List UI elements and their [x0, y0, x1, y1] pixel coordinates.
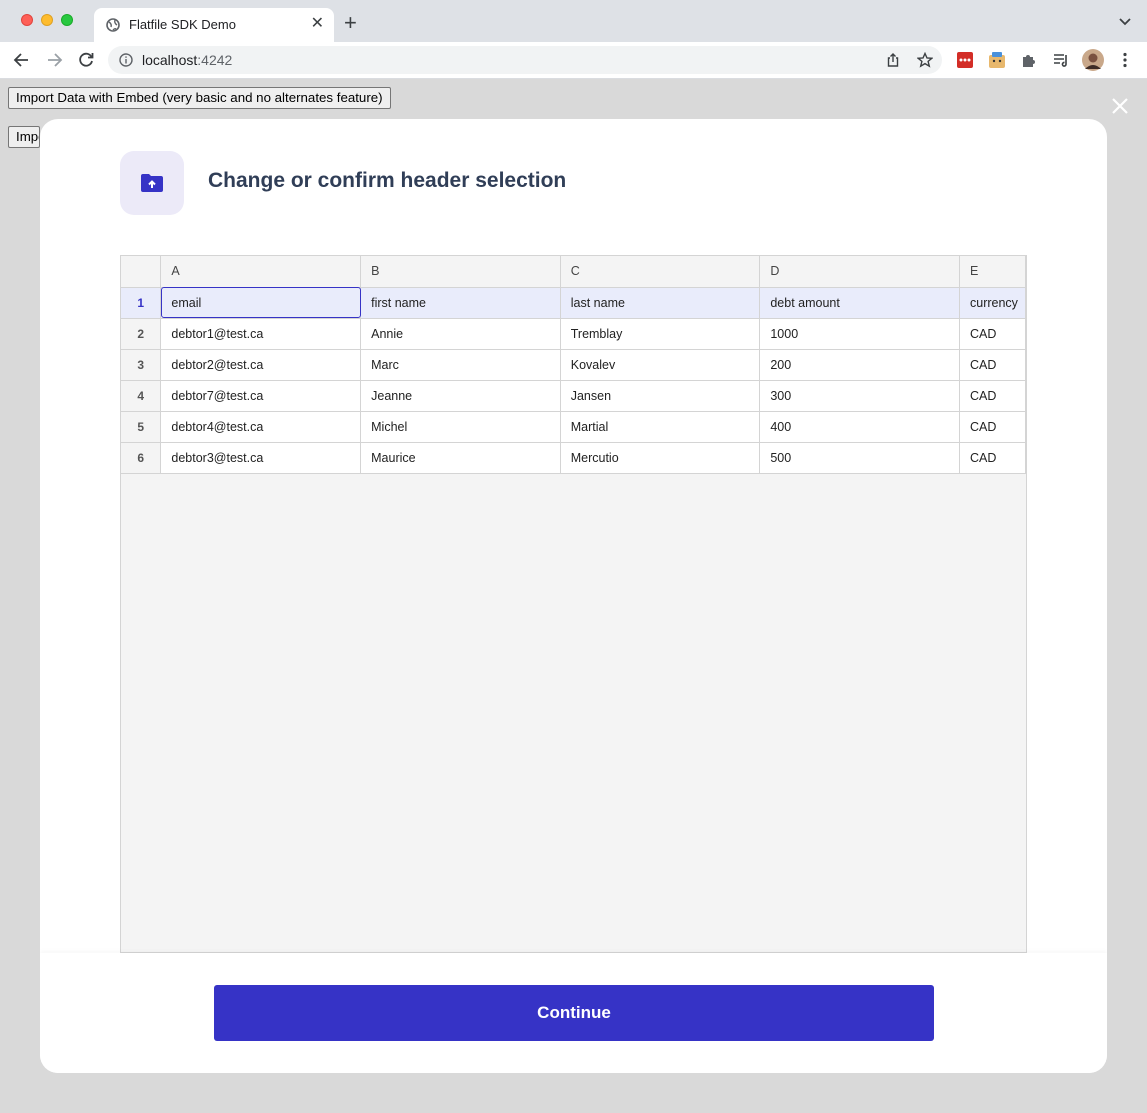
table-cell[interactable]: CAD	[959, 318, 1026, 350]
table-cell[interactable]: Annie	[360, 318, 561, 350]
extensions-puzzle-icon[interactable]	[1020, 51, 1038, 69]
column-header: C	[560, 256, 761, 288]
row-index[interactable]: 3	[121, 349, 162, 381]
kebab-menu-icon[interactable]	[1116, 51, 1134, 69]
chevron-down-icon[interactable]	[1119, 17, 1131, 27]
column-header: D	[759, 256, 960, 288]
data-grid: A B C D E 1 email first name last name d…	[120, 255, 1027, 953]
table-cell[interactable]: debtor2@test.ca	[160, 349, 362, 381]
row-index[interactable]: 6	[121, 442, 162, 474]
window-zoom-button[interactable]	[61, 14, 73, 26]
address-bar[interactable]: localhost:4242	[108, 46, 942, 74]
table-cell[interactable]: Mercutio	[560, 442, 761, 474]
grid-corner	[121, 256, 162, 288]
bookmark-star-icon[interactable]	[917, 52, 933, 68]
table-cell[interactable]: debt amount	[759, 287, 960, 319]
window-minimize-button[interactable]	[41, 14, 53, 26]
modal-title: Change or confirm header selection	[208, 169, 567, 192]
box-extension-icon[interactable]	[988, 51, 1006, 69]
forward-arrow-icon[interactable]	[44, 50, 64, 70]
tab-title: Flatfile SDK Demo	[129, 17, 236, 32]
table-row[interactable]: 3 debtor2@test.ca Marc Kovalev 200 CAD	[121, 349, 1026, 381]
row-index[interactable]: 1	[121, 287, 162, 319]
table-cell[interactable]: 1000	[759, 318, 960, 350]
table-cell[interactable]: Martial	[560, 411, 761, 443]
table-row[interactable]: 2 debtor1@test.ca Annie Tremblay 1000 CA…	[121, 318, 1026, 350]
import-button-partial[interactable]: Impo	[8, 126, 40, 148]
column-header: E	[959, 256, 1026, 288]
column-header: A	[160, 256, 362, 288]
table-row[interactable]: 4 debtor7@test.ca Jeanne Jansen 300 CAD	[121, 380, 1026, 412]
table-cell[interactable]: currency	[959, 287, 1026, 319]
table-cell[interactable]: email	[160, 287, 362, 319]
new-tab-icon[interactable]: +	[344, 12, 357, 34]
table-cell[interactable]: Kovalev	[560, 349, 761, 381]
table-cell[interactable]: CAD	[959, 411, 1026, 443]
table-cell[interactable]: Michel	[360, 411, 561, 443]
table-cell[interactable]: debtor7@test.ca	[160, 380, 362, 412]
browser-tab[interactable]: Flatfile SDK Demo ✕	[94, 8, 334, 42]
modal-close-icon[interactable]	[1110, 96, 1130, 116]
continue-button[interactable]: Continue	[214, 985, 934, 1041]
row-index[interactable]: 2	[121, 318, 162, 350]
row-index[interactable]: 4	[121, 380, 162, 412]
table-cell[interactable]: 300	[759, 380, 960, 412]
table-cell[interactable]: 400	[759, 411, 960, 443]
table-cell[interactable]: Maurice	[360, 442, 561, 474]
column-header-row: A B C D E	[121, 256, 1026, 288]
table-cell[interactable]: Marc	[360, 349, 561, 381]
import-embed-button[interactable]: Import Data with Embed (very basic and n…	[8, 87, 391, 109]
reload-icon[interactable]	[76, 50, 96, 70]
data-table: A B C D E 1 email first name last name d…	[121, 256, 1026, 474]
folder-upload-icon	[120, 151, 184, 215]
globe-icon	[106, 18, 120, 32]
import-modal: Change or confirm header selection A B C…	[40, 119, 1107, 1073]
table-cell[interactable]: Tremblay	[560, 318, 761, 350]
profile-avatar[interactable]	[1082, 49, 1104, 71]
lastpass-extension-icon[interactable]	[956, 51, 974, 69]
url-text: localhost:4242	[142, 52, 232, 68]
table-cell[interactable]: CAD	[959, 380, 1026, 412]
table-cell[interactable]: 200	[759, 349, 960, 381]
reading-list-icon[interactable]	[1052, 51, 1070, 69]
table-row[interactable]: 5 debtor4@test.ca Michel Martial 400 CAD	[121, 411, 1026, 443]
table-cell[interactable]: debtor3@test.ca	[160, 442, 362, 474]
table-cell[interactable]: CAD	[959, 442, 1026, 474]
table-cell[interactable]: 500	[759, 442, 960, 474]
table-cell[interactable]: debtor4@test.ca	[160, 411, 362, 443]
browser-tab-bar: Flatfile SDK Demo ✕ +	[0, 0, 1147, 42]
window-close-button[interactable]	[21, 14, 33, 26]
table-cell[interactable]: Jansen	[560, 380, 761, 412]
share-icon[interactable]	[885, 52, 901, 68]
table-cell[interactable]: Jeanne	[360, 380, 561, 412]
table-cell[interactable]: debtor1@test.ca	[160, 318, 362, 350]
column-header: B	[360, 256, 561, 288]
url-port: :4242	[197, 52, 233, 68]
table-cell[interactable]: first name	[360, 287, 561, 319]
tab-close-icon[interactable]: ✕	[311, 15, 324, 33]
modal-footer: Continue	[40, 953, 1107, 1073]
table-cell[interactable]: CAD	[959, 349, 1026, 381]
table-row[interactable]: 1 email first name last name debt amount…	[121, 287, 1026, 319]
browser-toolbar: localhost:4242	[0, 42, 1147, 79]
back-arrow-icon[interactable]	[12, 50, 32, 70]
info-icon[interactable]	[119, 53, 133, 67]
url-host: localhost	[142, 52, 198, 68]
table-cell[interactable]: last name	[560, 287, 761, 319]
row-index[interactable]: 5	[121, 411, 162, 443]
table-row[interactable]: 6 debtor3@test.ca Maurice Mercutio 500 C…	[121, 442, 1026, 474]
